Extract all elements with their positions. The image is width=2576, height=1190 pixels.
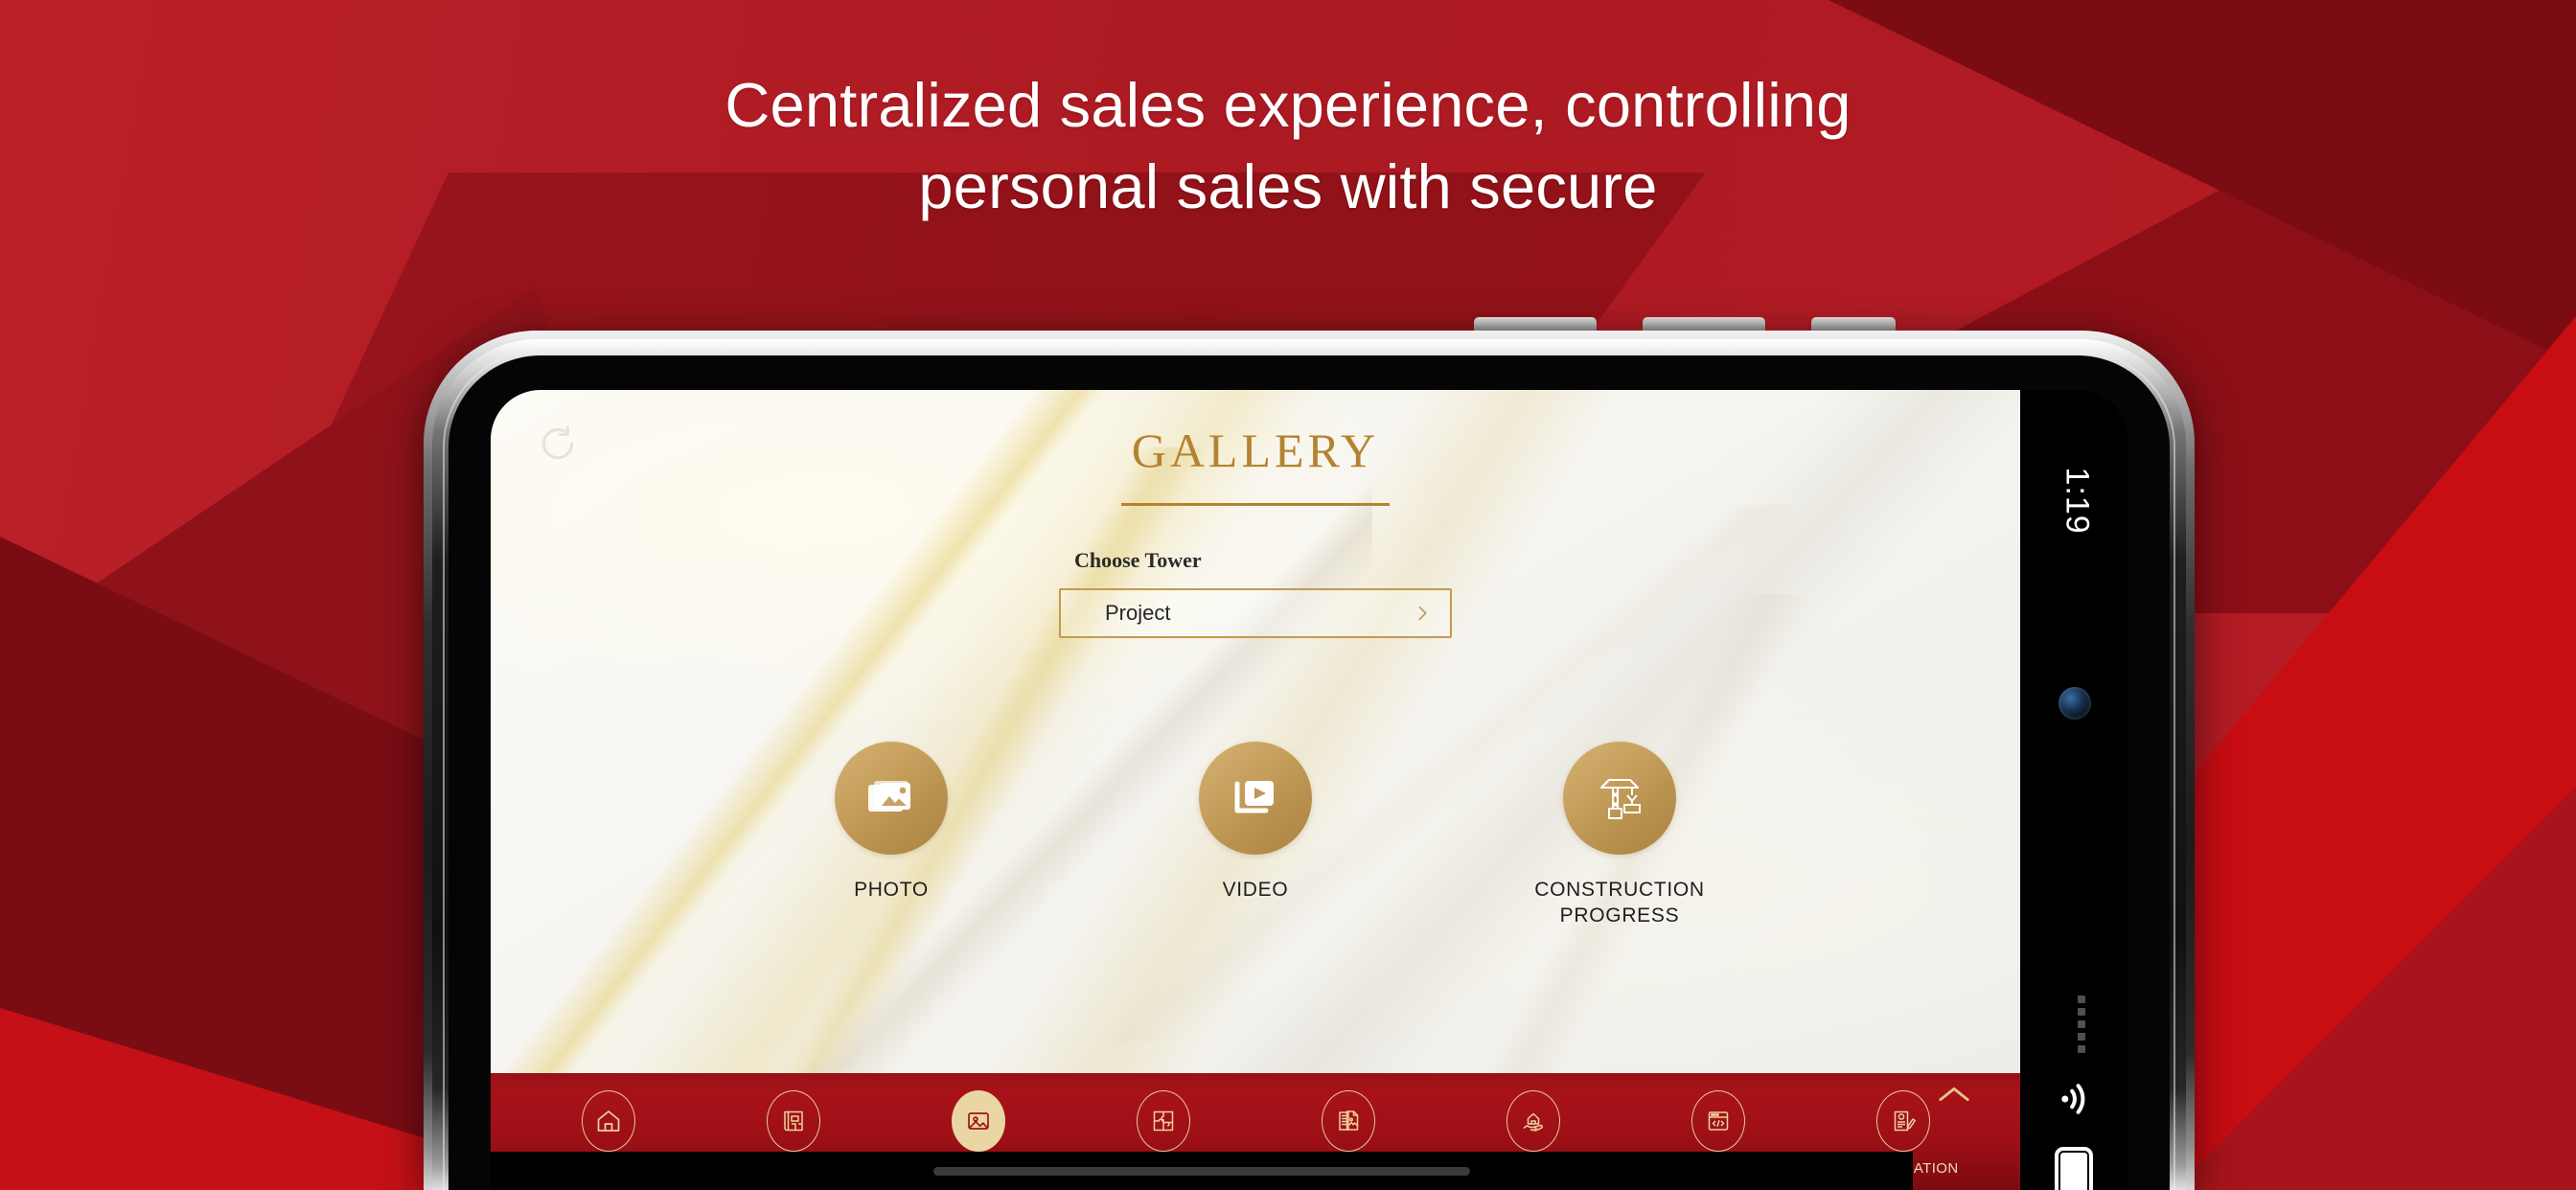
chevron-up-icon[interactable] bbox=[1938, 1085, 1970, 1104]
gallery-tile-construction-progress[interactable]: CONSTRUCTION PROGRESS bbox=[1476, 742, 1763, 929]
status-time: 1:19 bbox=[2058, 467, 2096, 535]
home-indicator-zone bbox=[491, 1152, 1913, 1190]
home-indicator[interactable] bbox=[933, 1166, 1470, 1176]
gallery-tiles: PHOTO VIDEO CONSTRUCTION PROGRESS bbox=[748, 742, 1763, 929]
puzzle-icon-circle bbox=[1136, 1090, 1190, 1152]
chevron-right-icon bbox=[1418, 606, 1427, 621]
choose-tower-label: Choose Tower bbox=[1074, 548, 1202, 572]
gallery-tile-video[interactable]: VIDEO bbox=[1112, 742, 1399, 904]
form-pen-icon-circle bbox=[1875, 1090, 1930, 1152]
status-bar-rail: 1:19 bbox=[2020, 390, 2128, 1190]
photo-stack-icon bbox=[868, 781, 910, 812]
wifi-icon bbox=[2061, 1084, 2085, 1114]
tower-select-dropdown[interactable]: Project bbox=[1059, 588, 1452, 638]
construction-tile-label-line-1: CONSTRUCTION bbox=[1534, 879, 1705, 901]
camera-icon bbox=[2058, 687, 2091, 720]
page-title: GALLERY bbox=[1131, 423, 1380, 477]
app-viewport: GALLERY Choose Tower Project PHOTO VIDEO… bbox=[491, 390, 2020, 1190]
house-hand-icon-circle bbox=[1506, 1090, 1560, 1152]
video-tile-circle bbox=[1199, 742, 1312, 855]
home-icon-circle bbox=[581, 1090, 635, 1152]
documents-icon-circle bbox=[1321, 1090, 1375, 1152]
marble-vein bbox=[491, 390, 1296, 1073]
phone-mockup: GALLERY Choose Tower Project PHOTO VIDEO… bbox=[424, 317, 2195, 1190]
home-icon bbox=[597, 1110, 619, 1132]
house-hand-icon bbox=[1523, 1112, 1543, 1132]
signal-dots-icon bbox=[2078, 995, 2085, 1053]
blueprint-icon bbox=[783, 1110, 803, 1132]
construction-tile-label-line-2: PROGRESS bbox=[1559, 904, 1680, 927]
photo-tile-circle bbox=[835, 742, 948, 855]
crane-icon bbox=[1600, 779, 1641, 819]
code-window-icon-circle bbox=[1690, 1090, 1745, 1152]
phone-screen: GALLERY Choose Tower Project PHOTO VIDEO… bbox=[491, 390, 2128, 1190]
promo-headline: Centralized sales experience, controllin… bbox=[0, 65, 2576, 227]
puzzle-icon bbox=[1153, 1110, 1173, 1132]
promo-headline-line-2: personal sales with secure bbox=[918, 150, 1658, 221]
tower-select-value: Project bbox=[1105, 601, 1171, 625]
gallery-content-area: GALLERY Choose Tower Project PHOTO VIDEO… bbox=[491, 390, 2020, 1073]
promo-headline-line-1: Centralized sales experience, controllin… bbox=[724, 70, 1852, 140]
video-play-icon bbox=[1234, 781, 1274, 813]
video-tile-label: VIDEO bbox=[1222, 879, 1289, 901]
code-window-icon bbox=[1708, 1111, 1728, 1131]
image-icon bbox=[967, 1112, 989, 1130]
choose-tower-block: Choose Tower Project bbox=[1059, 548, 1452, 638]
title-underline bbox=[1121, 503, 1390, 506]
documents-icon bbox=[1338, 1110, 1358, 1131]
blueprint-icon-circle bbox=[766, 1090, 820, 1152]
form-pen-icon bbox=[1894, 1110, 1916, 1132]
construction-tile-label: CONSTRUCTION PROGRESS bbox=[1476, 878, 1763, 929]
construction-tile-circle bbox=[1563, 742, 1676, 855]
refresh-icon[interactable] bbox=[537, 423, 579, 465]
marble-vein bbox=[606, 390, 1372, 1073]
photo-tile-label: PHOTO bbox=[854, 879, 929, 901]
gallery-tile-photo[interactable]: PHOTO bbox=[748, 742, 1035, 904]
image-icon-circle bbox=[951, 1090, 1005, 1152]
battery-icon bbox=[2055, 1147, 2093, 1190]
